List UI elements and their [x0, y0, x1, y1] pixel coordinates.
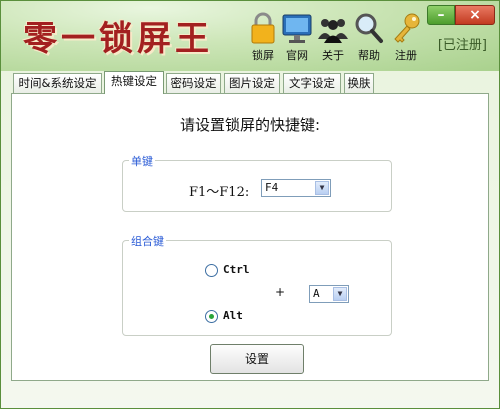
tab-image[interactable]: 图片设定 [224, 73, 280, 93]
chevron-down-icon[interactable]: ▼ [315, 181, 329, 195]
lock-label: 锁屏 [252, 49, 274, 62]
website-label: 官网 [286, 49, 308, 62]
combo-key-group: 组合键 Ctrl + A ▼ Alt [122, 233, 392, 336]
key-icon [394, 13, 420, 43]
help-label: 帮助 [358, 49, 380, 62]
single-key-title: 单键 [129, 153, 155, 169]
tab-time-system[interactable]: 时间&系统设定 [13, 73, 102, 93]
ctrl-radio-circle[interactable] [205, 263, 218, 277]
ctrl-radio[interactable]: Ctrl [205, 263, 250, 277]
monitor-icon [282, 14, 312, 43]
app-logo: 零一锁屏王 [23, 19, 213, 59]
people-icon [318, 19, 348, 43]
combo-key-title: 组合键 [129, 233, 166, 249]
chevron-down-icon[interactable]: ▼ [333, 287, 347, 301]
tab-hotkey[interactable]: 热键设定 [104, 71, 164, 94]
tab-skin[interactable]: 换肤 [344, 73, 374, 93]
function-key-select[interactable]: F4 ▼ [261, 179, 331, 197]
function-key-label: F1～F12: [189, 185, 250, 200]
function-key-value: F4 [265, 181, 279, 194]
help-button[interactable]: 帮助 [351, 11, 387, 63]
plus-sign: + [275, 285, 286, 299]
magnifier-icon [355, 13, 383, 43]
app-window: 零一锁屏王 锁屏 官网 关于 帮助 注册 – × [已注册] 时间&系统设定 热… [0, 0, 500, 409]
registration-status: [已注册] [437, 38, 487, 53]
about-label: 关于 [322, 49, 344, 62]
close-button[interactable]: × [455, 5, 495, 25]
register-button[interactable]: 注册 [388, 11, 424, 63]
combo-key-select[interactable]: A ▼ [309, 285, 349, 303]
ctrl-label: Ctrl [223, 263, 250, 276]
combo-key-value: A [313, 287, 320, 300]
about-button[interactable]: 关于 [315, 11, 351, 63]
register-label: 注册 [395, 49, 417, 62]
tab-password[interactable]: 密码设定 [166, 73, 221, 93]
tab-text[interactable]: 文字设定 [283, 73, 341, 93]
hotkey-panel: 请设置锁屏的快捷键: 单键 F1～F12: F4 ▼ 组合键 Ctrl + A … [11, 93, 489, 381]
padlock-icon [251, 12, 275, 44]
alt-radio-circle[interactable] [205, 309, 218, 323]
lock-button[interactable]: 锁屏 [245, 11, 281, 63]
header-bar: 零一锁屏王 锁屏 官网 关于 帮助 注册 – × [已注册] [1, 1, 499, 71]
website-button[interactable]: 官网 [279, 11, 315, 63]
set-hotkey-button[interactable]: 设置 [210, 344, 304, 374]
single-key-group: 单键 F1～F12: F4 ▼ [122, 153, 392, 212]
alt-label: Alt [223, 309, 243, 322]
minimize-button[interactable]: – [427, 5, 455, 25]
panel-heading: 请设置锁屏的快捷键: [179, 116, 321, 134]
alt-radio[interactable]: Alt [205, 309, 243, 323]
